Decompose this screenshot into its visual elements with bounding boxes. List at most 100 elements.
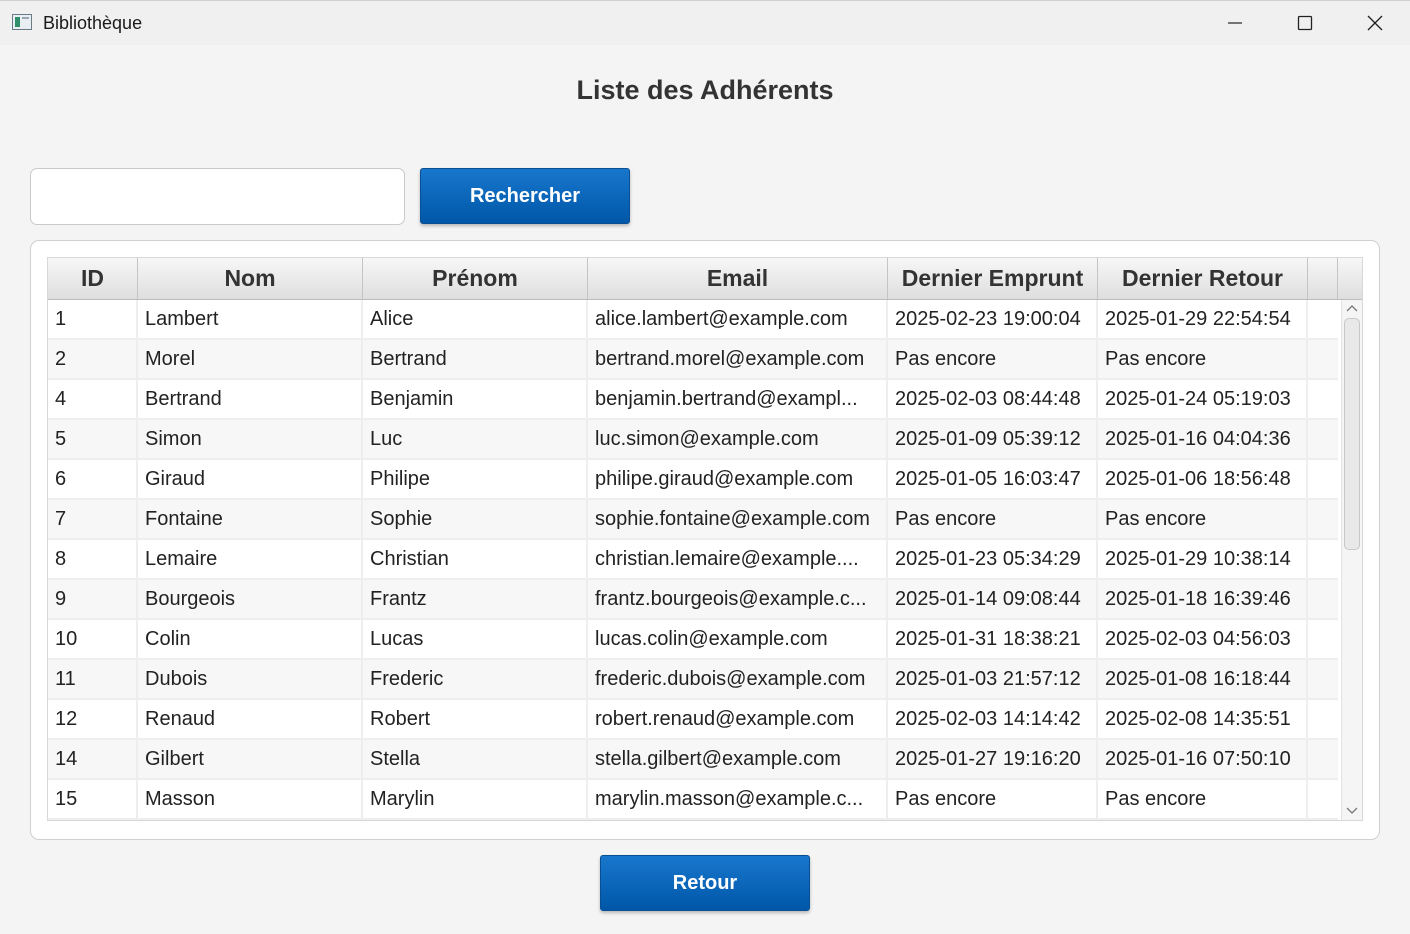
table-body: 1 Lambert Alice alice.lambert@example.com 20…	[48, 300, 1338, 820]
table-row[interactable]: 12 Renaud Robert robert.renaud@example.com 2…	[48, 700, 1338, 740]
scroll-down-icon[interactable]	[1345, 806, 1359, 816]
cell-dernier-emprunt: 2025-01-27 19:16:20	[888, 740, 1098, 778]
cell-prenom: Sophie	[363, 500, 588, 538]
column-header-email[interactable]: Email	[588, 258, 888, 299]
cell-nom: Fontaine	[138, 500, 363, 538]
cell-dernier-retour: Pas encore	[1098, 500, 1308, 538]
cell-id: 10	[48, 620, 138, 658]
cell-dernier-emprunt: 2025-01-23 05:34:29	[888, 540, 1098, 578]
table-row[interactable]: 10 Colin Lucas lucas.colin@example.com 2025-…	[48, 620, 1338, 660]
cell-email: frederic.dubois@example.com	[588, 660, 888, 698]
cell-nom: Masson	[138, 780, 363, 818]
minimize-icon	[1228, 22, 1242, 24]
cell-prenom: Philipe	[363, 460, 588, 498]
cell-dernier-retour: 2025-01-16 04:04:36	[1098, 420, 1308, 458]
cell-email: alice.lambert@example.com	[588, 300, 888, 338]
cell-email: robert.renaud@example.com	[588, 700, 888, 738]
cell-dernier-retour: Pas encore	[1098, 780, 1308, 818]
table-row[interactable]: 1 Lambert Alice alice.lambert@example.com 20…	[48, 300, 1338, 340]
cell-dernier-retour: 2025-01-08 16:18:44	[1098, 660, 1308, 698]
app-window: Bibliothèque Liste des Adhérents Recherc…	[0, 0, 1410, 934]
cell-email: sophie.fontaine@example.com	[588, 500, 888, 538]
cell-email: frantz.bourgeois@example.c...	[588, 580, 888, 618]
cell-id: 14	[48, 740, 138, 778]
column-header-dernier-retour[interactable]: Dernier Retour	[1098, 258, 1308, 299]
column-header-nom[interactable]: Nom	[138, 258, 363, 299]
cell-email: luc.simon@example.com	[588, 420, 888, 458]
cell-dernier-retour: 2025-02-03 04:56:03	[1098, 620, 1308, 658]
cell-id: 1	[48, 300, 138, 338]
cell-prenom: Christian	[363, 540, 588, 578]
cell-dernier-retour: 2025-01-16 07:50:10	[1098, 740, 1308, 778]
close-icon	[1367, 15, 1383, 31]
close-button[interactable]	[1340, 1, 1410, 45]
cell-dernier-emprunt: Pas encore	[888, 780, 1098, 818]
maximize-icon	[1297, 15, 1313, 31]
column-header-dernier-emprunt[interactable]: Dernier Emprunt	[888, 258, 1098, 299]
table-row[interactable]: 11 Dubois Frederic frederic.dubois@example.…	[48, 660, 1338, 700]
cell-prenom: Bertrand	[363, 340, 588, 378]
cell-dernier-retour: 2025-01-06 18:56:48	[1098, 460, 1308, 498]
page-title: Liste des Adhérents	[576, 75, 834, 105]
cell-dernier-emprunt: Pas encore	[888, 500, 1098, 538]
search-input[interactable]	[30, 168, 405, 225]
cell-dernier-retour: Pas encore	[1098, 340, 1308, 378]
search-button[interactable]: Rechercher	[420, 168, 630, 224]
cell-dernier-emprunt: 2025-02-03 14:14:42	[888, 700, 1098, 738]
cell-prenom: Stella	[363, 740, 588, 778]
cell-id: 8	[48, 540, 138, 578]
table-row[interactable]: 5 Simon Luc luc.simon@example.com 2025-01-09…	[48, 420, 1338, 460]
cell-nom: Gilbert	[138, 740, 363, 778]
table-row[interactable]: 8 Lemaire Christian christian.lemaire@examp…	[48, 540, 1338, 580]
cell-nom: Lemaire	[138, 540, 363, 578]
scrollbar-thumb[interactable]	[1344, 318, 1360, 550]
table-row[interactable]: 7 Fontaine Sophie sophie.fontaine@example.c…	[48, 500, 1338, 540]
cell-nom: Simon	[138, 420, 363, 458]
table-row[interactable]: 4 Bertrand Benjamin benjamin.bertrand@examp…	[48, 380, 1338, 420]
app-window-icon	[12, 14, 32, 30]
cell-nom: Morel	[138, 340, 363, 378]
cell-id: 7	[48, 500, 138, 538]
cell-nom: Giraud	[138, 460, 363, 498]
cell-prenom: Frantz	[363, 580, 588, 618]
cell-id: 5	[48, 420, 138, 458]
cell-dernier-emprunt: 2025-01-31 18:38:21	[888, 620, 1098, 658]
table-row[interactable]: 2 Morel Bertrand bertrand.morel@example.com…	[48, 340, 1338, 380]
table-header: ID Nom Prénom Email Dernier Emprunt Dern…	[48, 258, 1362, 300]
cell-dernier-retour: 2025-01-18 16:39:46	[1098, 580, 1308, 618]
column-header-prenom[interactable]: Prénom	[363, 258, 588, 299]
cell-dernier-retour: 2025-01-29 22:54:54	[1098, 300, 1308, 338]
cell-email: lucas.colin@example.com	[588, 620, 888, 658]
table-row[interactable]: 14 Gilbert Stella stella.gilbert@example.co…	[48, 740, 1338, 780]
cell-id: 2	[48, 340, 138, 378]
cell-dernier-emprunt: 2025-01-03 21:57:12	[888, 660, 1098, 698]
cell-nom: Colin	[138, 620, 363, 658]
cell-prenom: Frederic	[363, 660, 588, 698]
cell-id: 12	[48, 700, 138, 738]
vertical-scrollbar[interactable]	[1341, 300, 1362, 820]
cell-prenom: Alice	[363, 300, 588, 338]
table-row[interactable]: 15 Masson Marylin marylin.masson@example.c.…	[48, 780, 1338, 820]
scroll-up-icon[interactable]	[1345, 303, 1359, 313]
back-button[interactable]: Retour	[600, 855, 810, 911]
table-row[interactable]: 9 Bourgeois Frantz frantz.bourgeois@example…	[48, 580, 1338, 620]
cell-prenom: Lucas	[363, 620, 588, 658]
cell-dernier-emprunt: 2025-01-09 05:39:12	[888, 420, 1098, 458]
cell-id: 9	[48, 580, 138, 618]
cell-email: philipe.giraud@example.com	[588, 460, 888, 498]
cell-email: benjamin.bertrand@exampl...	[588, 380, 888, 418]
minimize-button[interactable]	[1200, 1, 1270, 45]
members-table: ID Nom Prénom Email Dernier Emprunt Dern…	[47, 257, 1363, 821]
cell-prenom: Benjamin	[363, 380, 588, 418]
table-row[interactable]: 6 Giraud Philipe philipe.giraud@example.com…	[48, 460, 1338, 500]
cell-dernier-emprunt: Pas encore	[888, 340, 1098, 378]
column-header-id[interactable]: ID	[48, 258, 138, 299]
title-bar[interactable]: Bibliothèque	[0, 1, 1410, 45]
cell-dernier-retour: 2025-02-08 14:35:51	[1098, 700, 1308, 738]
cell-nom: Lambert	[138, 300, 363, 338]
cell-dernier-emprunt: 2025-02-03 08:44:48	[888, 380, 1098, 418]
cell-prenom: Marylin	[363, 780, 588, 818]
cell-dernier-retour: 2025-01-29 10:38:14	[1098, 540, 1308, 578]
cell-email: bertrand.morel@example.com	[588, 340, 888, 378]
maximize-button[interactable]	[1270, 1, 1340, 45]
